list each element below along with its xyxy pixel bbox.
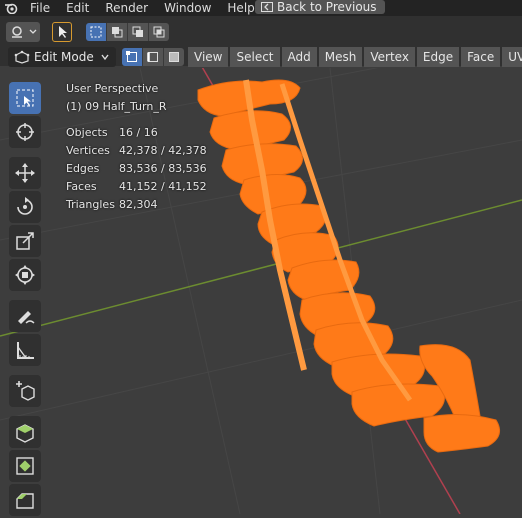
edge-select-icon[interactable] xyxy=(143,48,164,66)
select-extend-icon[interactable] xyxy=(107,23,128,41)
mode-label: Edit Mode xyxy=(34,50,94,64)
menu-edit[interactable]: Edit xyxy=(58,0,97,16)
add-cube-tool[interactable] xyxy=(9,375,41,407)
menu-render[interactable]: Render xyxy=(97,0,156,16)
select-tool-button[interactable] xyxy=(52,22,72,42)
viewport-menu-bar: View Select Add Mesh Vertex Edge Face UV xyxy=(188,47,522,67)
perspective-label: User Perspective xyxy=(66,82,159,95)
stat-value: 41,152 / 41,152 xyxy=(119,180,207,193)
cursor-tool[interactable] xyxy=(9,116,41,148)
menu-edge[interactable]: Edge xyxy=(416,47,460,67)
tool-shelf xyxy=(4,80,46,518)
editor-type-button[interactable] xyxy=(6,22,40,42)
cursor-icon xyxy=(16,123,34,141)
move-icon xyxy=(15,163,35,183)
annotate-tool[interactable] xyxy=(9,300,41,332)
stat-row: Faces 41,152 / 41,152 xyxy=(66,178,207,196)
menu-vertex[interactable]: Vertex xyxy=(364,47,415,67)
select-new-icon[interactable] xyxy=(86,23,107,41)
menu-file[interactable]: File xyxy=(22,0,58,16)
viewport-editor-icon xyxy=(12,26,37,38)
stat-value: 16 / 16 xyxy=(119,126,158,139)
stat-key: Edges xyxy=(66,162,100,175)
add-cube-icon xyxy=(16,381,35,401)
stat-row: Vertices 42,378 / 42,378 xyxy=(66,142,207,160)
scale-icon xyxy=(16,232,34,250)
measure-tool[interactable] xyxy=(9,334,41,366)
transform-tool[interactable] xyxy=(9,259,41,291)
transform-icon xyxy=(15,265,35,285)
rotate-tool[interactable] xyxy=(9,191,41,223)
menu-mesh[interactable]: Mesh xyxy=(318,47,363,67)
select-subtract-icon[interactable] xyxy=(128,23,149,41)
inset-tool[interactable] xyxy=(9,450,41,482)
scale-tool[interactable] xyxy=(9,225,41,257)
stat-key: Vertices xyxy=(66,144,110,157)
element-select-mode-group xyxy=(122,48,184,66)
top-menu-bar: File Edit Render Window Help Back to Pre… xyxy=(0,0,522,16)
select-box-tool[interactable] xyxy=(9,82,41,114)
annotate-icon xyxy=(18,311,35,324)
stat-value: 42,378 / 42,378 xyxy=(119,144,207,157)
stat-value: 83,536 / 83,536 xyxy=(119,162,207,175)
extrude-tool[interactable] xyxy=(9,416,41,448)
stat-value: 82,304 xyxy=(119,198,158,211)
face-select-icon[interactable] xyxy=(164,48,184,66)
extrude-icon xyxy=(16,424,34,443)
scene-statistics: Objects 16 / 16 Vertices 42,378 / 42,378 E… xyxy=(66,124,207,214)
select-intersect-icon[interactable] xyxy=(149,23,169,41)
measure-icon xyxy=(17,342,34,359)
menu-view[interactable]: View xyxy=(188,47,229,67)
vertex-select-icon[interactable] xyxy=(122,48,143,66)
rotate-icon xyxy=(17,197,33,215)
selection-mode-group xyxy=(86,23,169,41)
menu-add[interactable]: Add xyxy=(281,47,317,67)
back-to-previous-label: Back to Previous xyxy=(277,0,377,14)
back-to-previous-button[interactable]: Back to Previous xyxy=(255,0,385,14)
stat-key: Triangles xyxy=(66,198,115,211)
edit-mode-icon xyxy=(14,50,30,64)
stat-row: Objects 16 / 16 xyxy=(66,124,207,142)
menu-window[interactable]: Window xyxy=(156,0,219,16)
viewport-info: User Perspective (1) 09 Half_Turn_R xyxy=(66,80,166,116)
blender-logo-icon[interactable] xyxy=(0,0,22,16)
stat-row: Triangles 82,304 xyxy=(66,196,207,214)
stat-key: Faces xyxy=(66,180,97,193)
menu-face[interactable]: Face xyxy=(461,47,501,67)
chevron-down-icon xyxy=(101,54,109,61)
bevel-icon xyxy=(16,493,34,509)
inset-icon xyxy=(16,457,34,475)
stat-row: Edges 83,536 / 83,536 xyxy=(66,160,207,178)
mode-selector[interactable]: Edit Mode xyxy=(8,47,116,67)
active-object-label: (1) 09 Half_Turn_R xyxy=(66,100,167,113)
stat-key: Objects xyxy=(66,126,108,139)
move-tool[interactable] xyxy=(9,157,41,189)
menu-uv[interactable]: UV xyxy=(502,47,522,67)
cursor-arrow-icon xyxy=(59,26,67,38)
selected-mesh[interactable] xyxy=(197,79,501,453)
bevel-tool[interactable] xyxy=(9,484,41,516)
menu-select[interactable]: Select xyxy=(230,47,280,67)
back-icon xyxy=(261,2,273,12)
select-box-icon xyxy=(16,89,34,107)
